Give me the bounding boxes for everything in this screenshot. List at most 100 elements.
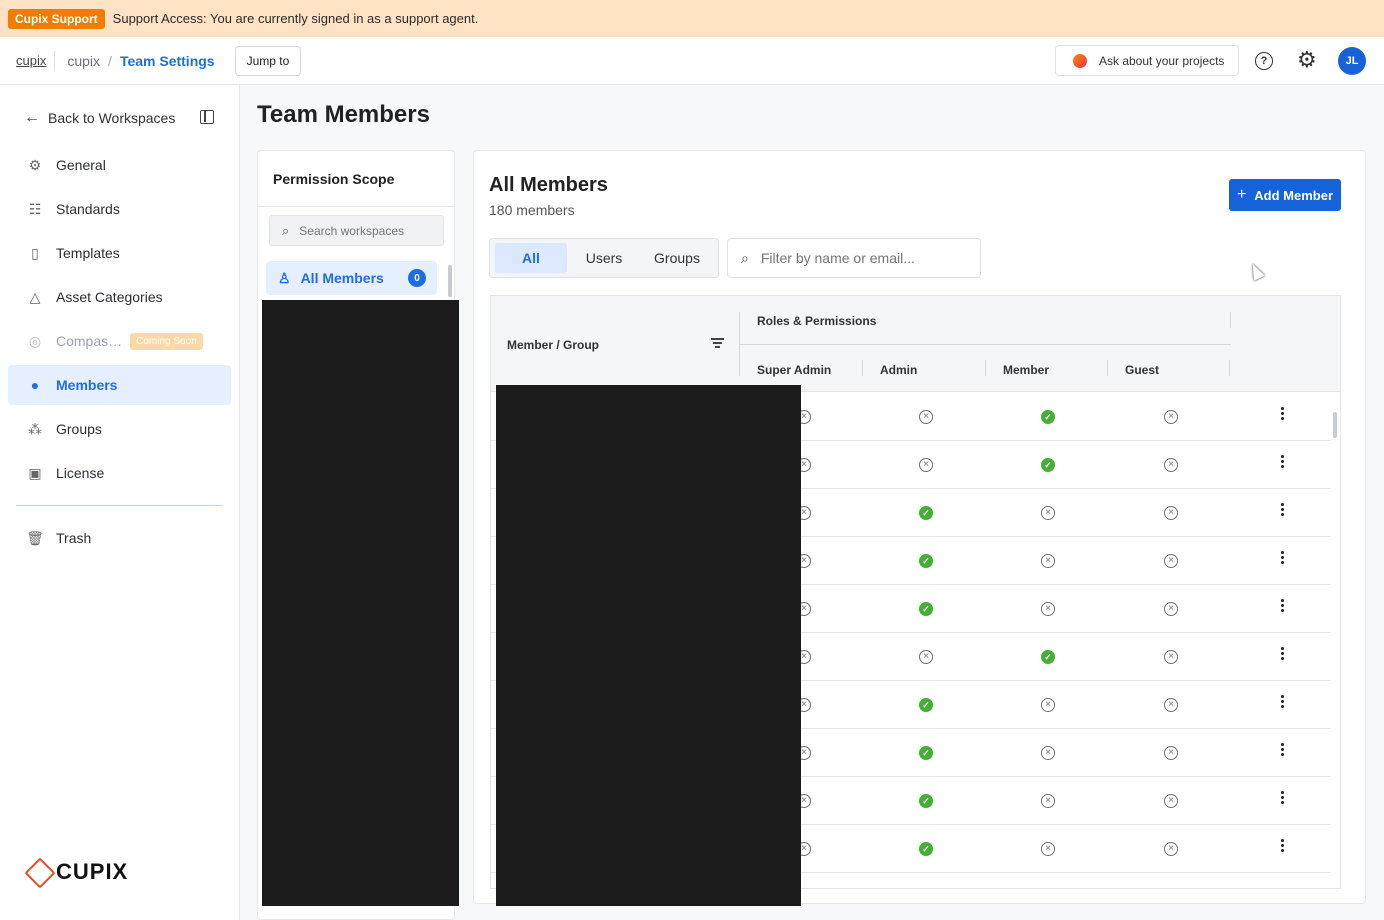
sidebar-item-groups[interactable]: ⁂ Groups: [8, 409, 231, 449]
check-circle-icon-admin[interactable]: ✓: [919, 794, 933, 808]
x-circle-icon-guest[interactable]: ×: [1164, 650, 1178, 664]
brand-link[interactable]: cupix: [16, 53, 46, 68]
scope-scrollbar[interactable]: [448, 265, 452, 297]
check-circle-icon-member[interactable]: ✓: [1041, 650, 1055, 664]
search-icon: ⌕: [741, 249, 749, 266]
sidebar-item-label: Trash: [56, 530, 92, 546]
x-circle-icon-guest[interactable]: ×: [1164, 410, 1178, 424]
column-divider: [862, 360, 863, 376]
sidebar-item-license[interactable]: ▣ License: [8, 453, 231, 493]
more-options-icon[interactable]: [1280, 551, 1284, 571]
table-scrollbar[interactable]: [1333, 412, 1337, 438]
more-options-icon[interactable]: [1280, 647, 1284, 667]
ask-projects-button[interactable]: Ask about your projects: [1055, 45, 1239, 76]
workspace-search-input[interactable]: [299, 223, 420, 238]
column-divider: [1107, 360, 1108, 376]
collapse-sidebar-icon[interactable]: [200, 110, 214, 124]
table-header: Member / Group Roles & Permissions Super…: [491, 296, 1340, 392]
x-circle-icon-guest[interactable]: ×: [1164, 506, 1178, 520]
breadcrumb-org[interactable]: cupix: [67, 53, 100, 69]
tab-users[interactable]: Users: [567, 243, 641, 273]
person-icon: ●: [30, 377, 40, 393]
x-circle-icon-admin[interactable]: ×: [919, 458, 933, 472]
x-circle-icon-guest[interactable]: ×: [1164, 794, 1178, 808]
check-circle-icon-admin[interactable]: ✓: [919, 506, 933, 520]
column-guest: Guest: [1125, 363, 1160, 377]
sidebar-item-label: General: [56, 157, 106, 173]
x-circle-icon-member[interactable]: ×: [1041, 794, 1055, 808]
x-circle-icon-guest[interactable]: ×: [1164, 458, 1178, 472]
sidebar-item-members[interactable]: ● Members: [8, 365, 231, 405]
check-circle-icon-admin[interactable]: ✓: [919, 602, 933, 616]
sidebar-item-standards[interactable]: ☷ Standards: [8, 189, 231, 229]
x-circle-icon-member[interactable]: ×: [1041, 554, 1055, 568]
tab-groups[interactable]: Groups: [641, 243, 713, 273]
sidebar-item-compass: ◎ Compas… Coming Soon: [8, 321, 231, 361]
more-options-icon[interactable]: [1280, 503, 1284, 523]
help-icon[interactable]: ?: [1255, 52, 1273, 70]
shapes-icon: △: [29, 288, 41, 305]
more-options-icon[interactable]: [1280, 743, 1284, 763]
check-circle-icon-admin[interactable]: ✓: [919, 746, 933, 760]
back-label: Back to Workspaces: [48, 110, 176, 126]
member-filter[interactable]: ⌕: [727, 238, 981, 278]
more-options-icon[interactable]: [1280, 407, 1284, 427]
cupix-logo: CUPIX: [26, 859, 128, 885]
scope-item-all-members[interactable]: ♙ All Members 0: [266, 261, 437, 295]
column-divider: [985, 360, 986, 376]
check-circle-icon-member[interactable]: ✓: [1041, 458, 1055, 472]
arrow-left-icon: ←: [24, 109, 40, 126]
x-circle-icon-guest[interactable]: ×: [1164, 842, 1178, 856]
sidebar: ← Back to Workspaces ⚙ General ☷ Standar…: [0, 85, 240, 920]
x-circle-icon-admin[interactable]: ×: [919, 650, 933, 664]
column-super-admin: Super Admin: [757, 363, 832, 377]
avatar[interactable]: JL: [1338, 47, 1366, 75]
member-type-tabs: All Users Groups: [489, 238, 719, 278]
sidebar-item-general[interactable]: ⚙ General: [8, 145, 231, 185]
gear-icon: ⚙: [28, 156, 42, 173]
x-circle-icon-member[interactable]: ×: [1041, 506, 1055, 520]
filter-icon[interactable]: [711, 338, 724, 348]
x-circle-icon-member[interactable]: ×: [1041, 698, 1055, 712]
more-options-icon[interactable]: [1280, 791, 1284, 811]
more-options-icon[interactable]: [1280, 455, 1284, 475]
more-options-icon[interactable]: [1280, 839, 1284, 859]
sidebar-item-asset-categories[interactable]: △ Asset Categories: [8, 277, 231, 317]
x-circle-icon-member[interactable]: ×: [1041, 746, 1055, 760]
x-circle-icon-member[interactable]: ×: [1041, 842, 1055, 856]
breadcrumb-current[interactable]: Team Settings: [120, 53, 215, 69]
redacted-region: [262, 300, 459, 906]
more-options-icon[interactable]: [1280, 599, 1284, 619]
group-icon: ⁂: [28, 420, 42, 437]
check-circle-icon-admin[interactable]: ✓: [919, 554, 933, 568]
redacted-region: [496, 385, 801, 906]
check-circle-icon-member[interactable]: ✓: [1041, 410, 1055, 424]
sidebar-item-label: License: [56, 465, 105, 481]
license-icon: ▣: [28, 464, 42, 481]
plus-icon: +: [1236, 186, 1247, 203]
tab-all[interactable]: All: [495, 243, 567, 273]
support-badge: Cupix Support: [8, 8, 105, 29]
settings-gear-icon[interactable]: ⚙: [1297, 49, 1317, 71]
x-circle-icon-member[interactable]: ×: [1041, 602, 1055, 616]
check-circle-icon-admin[interactable]: ✓: [919, 698, 933, 712]
sidebar-item-templates[interactable]: ▯ Templates: [8, 233, 231, 273]
more-options-icon[interactable]: [1280, 695, 1284, 715]
member-filter-input[interactable]: [760, 250, 961, 266]
add-member-button[interactable]: + Add Member: [1229, 179, 1341, 211]
sidebar-item-label: Compas…: [56, 333, 123, 349]
back-to-workspaces-link[interactable]: ← Back to Workspaces: [24, 109, 175, 127]
breadcrumb-separator: /: [108, 52, 112, 69]
add-member-label: Add Member: [1254, 187, 1334, 203]
x-circle-icon-guest[interactable]: ×: [1164, 554, 1178, 568]
sidebar-item-trash[interactable]: 🗑 Trash: [8, 518, 231, 558]
x-circle-icon-admin[interactable]: ×: [919, 410, 933, 424]
x-circle-icon-guest[interactable]: ×: [1164, 602, 1178, 616]
check-circle-icon-admin[interactable]: ✓: [919, 842, 933, 856]
x-circle-icon-guest[interactable]: ×: [1164, 746, 1178, 760]
column-divider: [1229, 360, 1230, 376]
jump-to-button[interactable]: Jump to: [234, 45, 302, 76]
workspace-search[interactable]: ⌕: [269, 215, 444, 246]
sidebar-item-label: Members: [56, 377, 118, 393]
x-circle-icon-guest[interactable]: ×: [1164, 698, 1178, 712]
